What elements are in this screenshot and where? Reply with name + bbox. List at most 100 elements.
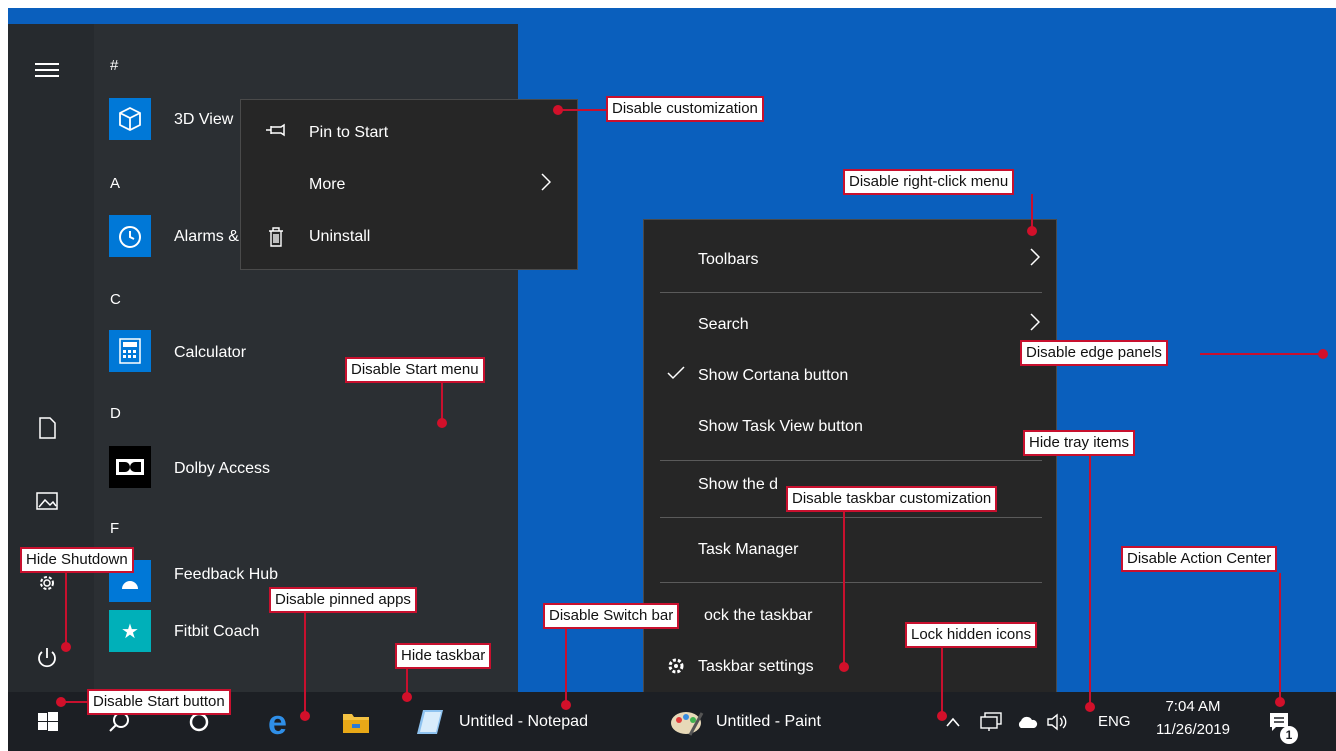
folder-icon bbox=[343, 713, 369, 733]
menu-item-label: Show Task View button bbox=[698, 418, 863, 435]
settings-icon[interactable] bbox=[34, 570, 60, 596]
callout-line bbox=[565, 629, 567, 705]
edge-taskbar-button[interactable]: e bbox=[268, 692, 300, 751]
callout-disable-pinned-apps: Disable pinned apps bbox=[269, 587, 417, 613]
chevron-right-icon bbox=[1030, 248, 1041, 272]
callout-line bbox=[65, 570, 67, 646]
section-letter[interactable]: F bbox=[110, 520, 119, 537]
notepad-icon bbox=[417, 709, 443, 734]
checkmark-icon bbox=[664, 366, 688, 385]
gear-icon bbox=[664, 657, 688, 680]
callout-disable-start-button: Disable Start button bbox=[87, 689, 231, 715]
alarm-clock-icon bbox=[109, 215, 151, 257]
callout-disable-taskbar-customization: Disable taskbar customization bbox=[786, 486, 998, 512]
callout-disable-customization: Disable customization bbox=[606, 96, 764, 122]
power-icon[interactable] bbox=[34, 645, 60, 671]
cloud-icon bbox=[1018, 716, 1038, 728]
language-label: ENG bbox=[1098, 713, 1131, 730]
menu-item-label: Show Cortana button bbox=[698, 367, 849, 384]
callout-disable-edge-panels: Disable edge panels bbox=[1020, 340, 1168, 366]
star-icon: ★ bbox=[109, 610, 151, 652]
taskbar-app-label: Untitled - Notepad bbox=[459, 712, 588, 730]
menu-separator bbox=[660, 582, 1042, 583]
callout-hide-taskbar: Hide taskbar bbox=[395, 643, 492, 669]
callout-dot bbox=[1275, 697, 1285, 707]
windows-logo-icon bbox=[38, 711, 58, 731]
pin-icon bbox=[265, 123, 287, 142]
hamburger-icon[interactable] bbox=[34, 57, 60, 83]
section-letter[interactable]: A bbox=[110, 175, 120, 192]
taskbar-app-notepad[interactable]: Untitled - Notepad bbox=[415, 692, 635, 751]
callout-dot bbox=[402, 692, 412, 702]
menu-item-toolbars[interactable]: Toolbars bbox=[644, 240, 1056, 280]
menu-item-label: More bbox=[309, 176, 346, 193]
app-name: Calculator bbox=[174, 344, 247, 361]
menu-item-label: Search bbox=[698, 316, 749, 333]
onedrive-tray-icon[interactable] bbox=[1016, 692, 1040, 751]
callout-line bbox=[1089, 456, 1091, 706]
app-name: Feedback Hub bbox=[174, 566, 279, 583]
menu-item-uninstall[interactable]: Uninstall bbox=[241, 217, 577, 257]
app-context-menu: Pin to Start More Uninstall bbox=[240, 99, 578, 270]
menu-separator bbox=[660, 460, 1042, 461]
menu-item-show-cortana[interactable]: Show Cortana button bbox=[644, 356, 1056, 396]
menu-item-label: Toolbars bbox=[698, 251, 759, 268]
menu-item-show-task-view[interactable]: Show Task View button bbox=[644, 407, 1056, 447]
clock[interactable]: 7:04 AM 11/26/2019 bbox=[1148, 698, 1238, 738]
taskbar-app-label: Untitled - Paint bbox=[716, 712, 821, 730]
menu-item-label: Taskbar settings bbox=[698, 658, 814, 675]
file-explorer-button[interactable] bbox=[342, 692, 374, 751]
network-tray-icon[interactable] bbox=[980, 692, 1004, 751]
menu-item-label: Show the d bbox=[698, 476, 779, 493]
callout-line bbox=[843, 512, 845, 668]
app-name: Alarms & bbox=[174, 228, 239, 245]
menu-item-label: Pin to Start bbox=[309, 124, 389, 141]
show-hidden-icons-button[interactable] bbox=[946, 692, 966, 751]
callout-dot bbox=[300, 711, 310, 721]
callout-disable-action-center: Disable Action Center bbox=[1121, 546, 1278, 572]
speaker-icon bbox=[1047, 713, 1067, 730]
callout-hide-shutdown: Hide Shutdown bbox=[20, 547, 134, 573]
callout-dot bbox=[937, 711, 947, 721]
section-letter[interactable]: C bbox=[110, 291, 121, 308]
document-icon[interactable] bbox=[34, 415, 60, 441]
menu-item-taskbar-settings[interactable]: Taskbar settings bbox=[644, 647, 1056, 687]
menu-item-search[interactable]: Search bbox=[644, 305, 1056, 345]
section-letter[interactable]: # bbox=[110, 57, 118, 74]
clock-date: 11/26/2019 bbox=[1156, 721, 1230, 738]
app-name: 3D View bbox=[174, 111, 234, 128]
menu-item-pin-to-start[interactable]: Pin to Start bbox=[241, 113, 577, 153]
language-indicator[interactable]: ENG bbox=[1098, 692, 1131, 751]
menu-item-task-manager[interactable]: Task Manager bbox=[644, 530, 1056, 570]
chevron-right-icon bbox=[541, 173, 552, 197]
callout-dot bbox=[561, 700, 571, 710]
callout-line bbox=[560, 109, 608, 111]
network-icon bbox=[980, 711, 1002, 731]
callout-disable-start-menu: Disable Start menu bbox=[345, 357, 485, 383]
menu-item-more[interactable]: More bbox=[241, 165, 577, 205]
menu-separator bbox=[660, 517, 1042, 518]
callout-dot bbox=[1027, 226, 1037, 236]
dolby-icon bbox=[109, 446, 151, 488]
callout-dot bbox=[56, 697, 66, 707]
volume-tray-icon[interactable] bbox=[1046, 692, 1072, 751]
svg-text:e: e bbox=[268, 706, 287, 738]
menu-item-label: Uninstall bbox=[309, 228, 371, 245]
callout-line bbox=[941, 648, 943, 716]
menu-item-label: Task Manager bbox=[698, 541, 799, 558]
callout-dot bbox=[1085, 702, 1095, 712]
callout-line bbox=[304, 613, 306, 715]
callout-disable-right-click-menu: Disable right-click menu bbox=[843, 169, 1015, 195]
trash-icon bbox=[265, 227, 287, 252]
app-name: Fitbit Coach bbox=[174, 623, 260, 640]
taskbar-app-paint[interactable]: Untitled - Paint bbox=[670, 692, 890, 751]
section-letter[interactable]: D bbox=[110, 405, 121, 422]
callout-hide-tray-items: Hide tray items bbox=[1023, 430, 1136, 456]
notification-badge: 1 bbox=[1280, 726, 1298, 744]
paint-icon bbox=[671, 711, 704, 736]
pictures-icon[interactable] bbox=[34, 488, 60, 514]
app-name: Dolby Access bbox=[174, 460, 271, 477]
callout-line bbox=[1200, 353, 1324, 355]
chevron-right-icon bbox=[1030, 313, 1041, 337]
chevron-up-icon bbox=[946, 717, 960, 727]
